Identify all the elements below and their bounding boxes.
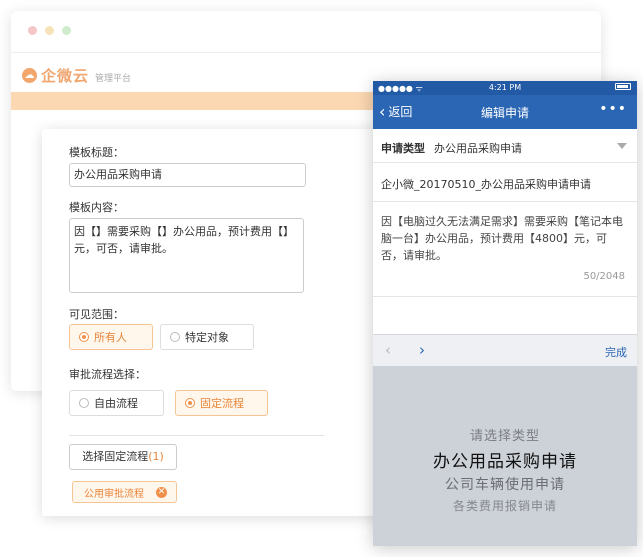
maximize-window-dot[interactable] <box>62 26 71 35</box>
close-window-dot[interactable] <box>28 26 37 35</box>
template-content-textarea[interactable]: 因【】需要采购【】办公用品，预计费用【】元，可否，请审批。 <box>69 218 304 293</box>
radio-unselected-icon <box>170 332 180 342</box>
status-time: 4:21 PM <box>488 83 522 92</box>
flow-free-label: 自由流程 <box>94 397 138 410</box>
flow-fixed-label: 固定流程 <box>200 397 244 410</box>
choose-fixed-flow-button[interactable]: 选择固定流程(1) <box>69 444 177 470</box>
empty-row <box>373 297 637 330</box>
done-button[interactable]: 完成 <box>605 344 627 360</box>
picker-option[interactable]: 各类费用报销申请 <box>373 497 637 514</box>
flow-fixed-radio[interactable]: 固定流程 <box>175 390 268 416</box>
template-title-input[interactable]: 办公用品采购申请 <box>69 163 306 187</box>
request-title-field[interactable]: 企小微_20170510_办公用品采购申请申请 <box>373 163 637 202</box>
visibility-specific-radio[interactable]: 特定对象 <box>160 324 254 350</box>
picker-option[interactable]: 公司车辆使用申请 <box>373 474 637 494</box>
platform-label: 管理平台 <box>95 74 132 84</box>
stage: ☁ 企微云 管理平台 模板标题： 办公用品采购申请 模板内容： 因【】需要采购【… <box>0 0 643 557</box>
cloud-logo-icon: ☁ <box>22 68 37 83</box>
nav-title: 编辑申请 <box>480 106 529 120</box>
selected-flow-tag-label: 公用审批流程 <box>84 488 144 500</box>
choose-flow-count: (1) <box>148 450 164 463</box>
radio-unselected-icon <box>79 398 89 408</box>
phone-screen: ●●●●● ᯤ 4:21 PM ‹ 返回 编辑申请 ••• 申请类型 办公用品采… <box>373 81 637 546</box>
next-field-icon[interactable]: › <box>419 341 425 359</box>
previous-field-icon[interactable]: ‹ <box>385 341 391 359</box>
minimize-window-dot[interactable] <box>45 26 54 35</box>
flow-free-radio[interactable]: 自由流程 <box>69 390 164 416</box>
visibility-all-label: 所有人 <box>94 331 127 344</box>
dropdown-arrow-icon <box>617 143 627 149</box>
flow-label: 审批流程选择： <box>69 368 146 381</box>
visibility-specific-label: 特定对象 <box>185 331 229 344</box>
window-controls <box>28 26 71 35</box>
type-picker[interactable]: 请选择类型 办公用品采购申请 公司车辆使用申请 各类费用报销申请 <box>373 366 637 546</box>
section-divider <box>69 435 324 436</box>
window-divider <box>11 52 601 53</box>
status-bar: ●●●●● ᯤ 4:21 PM <box>373 81 637 95</box>
template-form: 模板标题： 办公用品采购申请 模板内容： 因【】需要采购【】办公用品，预计费用【… <box>42 129 392 516</box>
radio-selected-icon <box>185 398 195 408</box>
remove-tag-icon[interactable]: ✕ <box>156 486 167 498</box>
choose-flow-label: 选择固定流程 <box>82 450 149 463</box>
radio-selected-icon <box>79 332 89 342</box>
logo-text: 企微云 <box>41 67 90 85</box>
request-content-value: 因【电脑过久无法满足需求】需要采购【笔记本电脑一台】办公用品，预计费用【4800… <box>381 215 623 262</box>
visibility-all-radio[interactable]: 所有人 <box>69 324 153 350</box>
picker-option[interactable]: 请选择类型 <box>373 425 637 444</box>
more-icon[interactable]: ••• <box>599 101 627 117</box>
request-title-value: 企小微_20170510_办公用品采购申请申请 <box>381 178 591 191</box>
request-type-row[interactable]: 申请类型 办公用品采购申请 <box>373 129 637 163</box>
request-type-key: 申请类型 <box>381 142 425 155</box>
visibility-label: 可见范围： <box>69 308 124 321</box>
template-title-label: 模板标题： <box>69 146 124 159</box>
char-counter: 50/2048 <box>583 271 625 282</box>
selected-flow-tag: 公用审批流程 ✕ <box>72 481 177 503</box>
request-type-value: 办公用品采购申请 <box>434 142 522 155</box>
nav-bar: ‹ 返回 编辑申请 ••• <box>373 95 637 129</box>
template-content-label: 模板内容： <box>69 201 124 214</box>
app-logo: ☁ 企微云 <box>22 65 89 86</box>
battery-icon <box>615 83 631 90</box>
keyboard-toolbar: ‹ › 完成 <box>373 334 637 366</box>
battery-indicator <box>615 83 631 90</box>
request-content-field[interactable]: 因【电脑过久无法满足需求】需要采购【笔记本电脑一台】办公用品，预计费用【4800… <box>373 202 637 297</box>
picker-option-selected[interactable]: 办公用品采购申请 <box>373 447 637 472</box>
